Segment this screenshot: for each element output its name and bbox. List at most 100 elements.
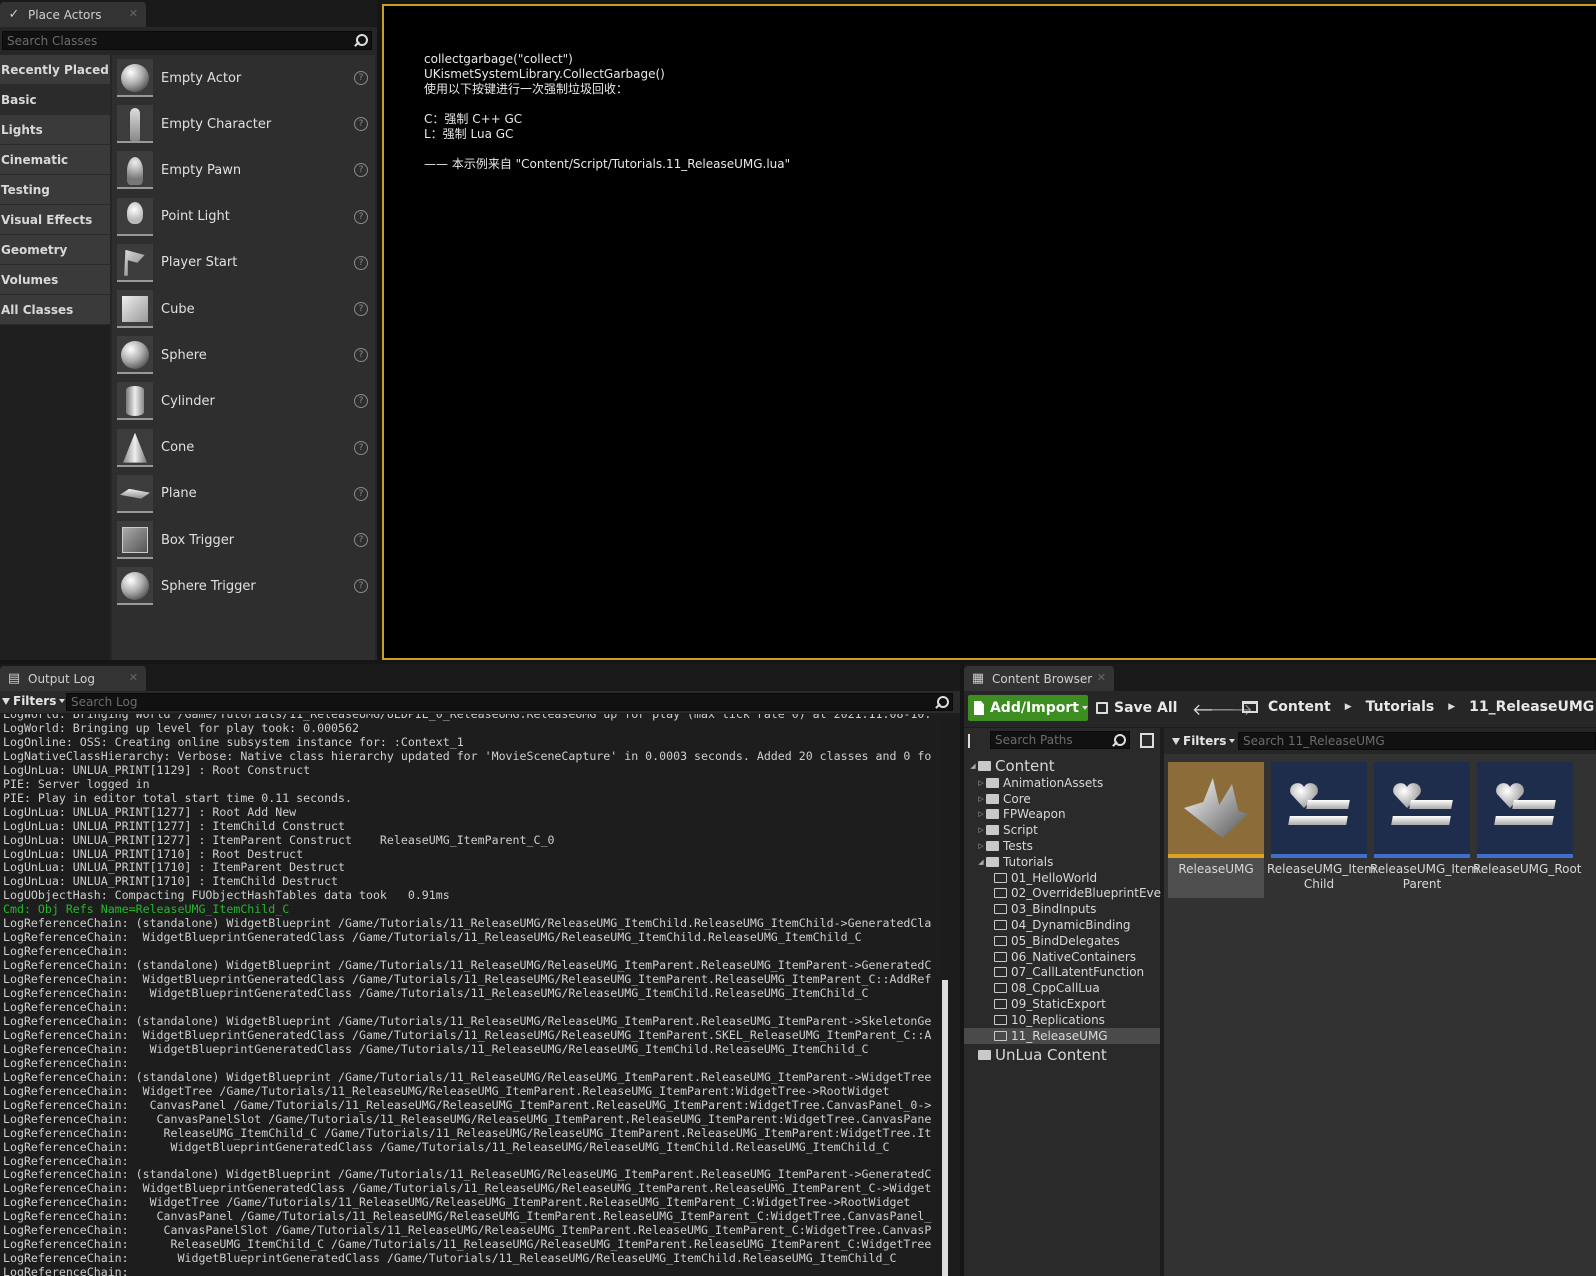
folder-open-icon[interactable] — [1242, 701, 1258, 713]
folder-tree-item[interactable]: 04_DynamicBinding — [964, 917, 1160, 933]
save-all-label: Save All — [1114, 700, 1178, 716]
folder-tree-item[interactable]: ▷ Script — [964, 822, 1160, 838]
category-tab[interactable]: Volumes — [0, 265, 110, 295]
folder-tree-item[interactable]: 02_OverrideBlueprintEve — [964, 886, 1161, 902]
viewport-text-line: 使用以下按键进行一次强制垃圾回收： — [424, 82, 629, 96]
asset-label: ReleaseUMG_Item Child — [1267, 862, 1376, 891]
asset-tile[interactable]: ReleaseUMG_Item Child — [1267, 762, 1376, 898]
folder-tree-item[interactable]: 01_HelloWorld — [964, 870, 1160, 886]
asset-tile[interactable]: ReleaseUMG_Root — [1473, 762, 1582, 898]
actor-item[interactable]: Box Trigger? — [112, 517, 375, 563]
category-tab[interactable]: All Classes — [0, 295, 110, 325]
chevron-right-icon[interactable]: ▶ — [1345, 702, 1352, 712]
folder-tree-item[interactable]: ◢ Content — [964, 756, 1160, 775]
collapsed-arrow-icon[interactable]: ▷ — [976, 795, 986, 803]
search-icon[interactable] — [1110, 733, 1126, 748]
category-tab[interactable]: Recently Placed — [0, 55, 110, 85]
category-tab[interactable]: Testing — [0, 175, 110, 205]
help-icon[interactable]: ? — [354, 579, 368, 594]
folder-tree-item[interactable]: 06_NativeContainers — [964, 949, 1160, 965]
help-icon[interactable]: ? — [354, 348, 368, 363]
actor-item[interactable]: Sphere Trigger? — [112, 563, 375, 609]
folder-tree-item[interactable]: 03_BindInputs — [964, 901, 1160, 917]
content-browser-tab[interactable]: ▦ Content Browser ✕ — [964, 666, 1114, 691]
folder-tree-item[interactable]: 08_CppCallLua — [964, 980, 1160, 996]
folder-tree-item[interactable]: 09_StaticExport — [964, 996, 1160, 1012]
help-icon[interactable]: ? — [354, 302, 368, 316]
help-icon[interactable]: ? — [354, 440, 368, 455]
help-icon[interactable]: ? — [354, 533, 368, 547]
category-tab[interactable]: Geometry — [0, 235, 110, 265]
save-all-button[interactable]: Save All — [1096, 700, 1177, 716]
search-assets-input[interactable]: Search 11_ReleaseUMG — [1238, 732, 1596, 750]
folder-tree-item[interactable]: 07_CallLatentFunction — [964, 965, 1160, 981]
collections-toggle-icon[interactable] — [1140, 733, 1154, 748]
log-scrollbar[interactable] — [942, 980, 948, 1276]
folder-tree-item[interactable]: ▷ Core — [964, 791, 1160, 807]
search-icon[interactable] — [933, 695, 949, 710]
folder-tree-item[interactable]: ▷ Tests — [964, 838, 1160, 854]
breadcrumb: Content ▶ Tutorials ▶ 11_ReleaseUMG — [1242, 699, 1594, 715]
expanded-arrow-icon[interactable]: ◢ — [976, 858, 986, 866]
log-line: LogReferenceChain: CanvasPanelSlot /Game… — [3, 1223, 932, 1238]
actor-item[interactable]: Empty Pawn? — [112, 147, 375, 193]
close-icon[interactable]: ✕ — [1097, 671, 1106, 684]
actor-item[interactable]: Empty Actor? — [112, 55, 375, 101]
folder-tree-item[interactable]: ▷ FPWeapon — [964, 807, 1160, 823]
search-icon[interactable] — [352, 33, 368, 48]
help-icon[interactable]: ? — [354, 255, 368, 270]
folder-icon — [994, 920, 1007, 931]
help-icon[interactable]: ? — [354, 394, 368, 409]
asset-tile[interactable]: ReleaseUMG — [1168, 762, 1264, 898]
category-tab[interactable]: Basic — [0, 85, 110, 115]
actor-item[interactable]: Cube? — [112, 286, 375, 332]
search-log-input[interactable]: Search Log — [66, 693, 953, 711]
folder-tree-item[interactable]: 11_ReleaseUMG — [964, 1027, 1160, 1044]
category-tab[interactable]: Visual Effects — [0, 205, 110, 235]
log-text-area[interactable]: LogWorld: Bringing World /Game/Tutorials… — [0, 714, 940, 1276]
close-icon[interactable]: ✕ — [129, 7, 138, 20]
actor-item[interactable]: Player Start? — [112, 240, 375, 286]
help-icon[interactable]: ? — [354, 209, 368, 224]
asset-filters-button[interactable]: Filters — [1172, 734, 1236, 748]
expanded-arrow-icon[interactable]: ◢ — [968, 762, 978, 770]
folder-tree-item[interactable]: ▷ AnimationAssets — [964, 775, 1160, 791]
actor-item[interactable]: Cone? — [112, 425, 375, 471]
category-tab[interactable]: Lights — [0, 115, 110, 145]
folder-tree-item[interactable]: 10_Replications — [964, 1012, 1160, 1028]
folder-tree-item[interactable]: ◢ Tutorials — [964, 854, 1160, 870]
add-import-button[interactable]: Add/Import — [968, 695, 1088, 721]
collapsed-arrow-icon[interactable]: ▷ — [976, 810, 986, 818]
breadcrumb-item-content[interactable]: Content — [1268, 699, 1331, 715]
actor-label: Cube — [161, 301, 195, 317]
collapse-sources-icon[interactable] — [968, 734, 982, 748]
chevron-right-icon[interactable]: ▶ — [1448, 702, 1455, 712]
folder-tree-item[interactable]: UnLua Content — [964, 1046, 1160, 1065]
search-paths-input[interactable]: Search Paths — [990, 731, 1130, 749]
breadcrumb-item-tutorials[interactable]: Tutorials — [1366, 699, 1435, 715]
help-icon[interactable]: ? — [354, 486, 368, 501]
actor-item[interactable]: Cylinder? — [112, 378, 375, 424]
breadcrumb-item-releaseumg[interactable]: 11_ReleaseUMG — [1469, 699, 1594, 715]
place-actors-tab[interactable]: ✓ Place Actors ✕ — [0, 2, 146, 27]
sphere-trigger-icon — [117, 567, 153, 606]
collapsed-arrow-icon[interactable]: ▷ — [976, 779, 986, 787]
output-log-tab[interactable]: ▤ Output Log ✕ — [0, 666, 146, 691]
log-line: LogReferenceChain: WidgetBlueprintGenera… — [3, 972, 932, 987]
actor-item[interactable]: Empty Character? — [112, 101, 375, 147]
level-viewport[interactable]: collectgarbage("collect") UKismetSystemLi… — [382, 4, 1596, 660]
actor-item[interactable]: Point Light? — [112, 194, 375, 240]
asset-tile[interactable]: ReleaseUMG_Item Parent — [1370, 762, 1479, 898]
folder-tree-item[interactable]: 05_BindDelegates — [964, 933, 1160, 949]
category-tab[interactable]: Cinematic — [0, 145, 110, 175]
help-icon[interactable]: ? — [354, 163, 368, 178]
actor-item[interactable]: Sphere? — [112, 332, 375, 378]
log-filters-button[interactable]: Filters — [2, 694, 66, 708]
actor-item[interactable]: Plane? — [112, 471, 375, 517]
collapsed-arrow-icon[interactable]: ▷ — [976, 842, 986, 850]
help-icon[interactable]: ? — [354, 71, 368, 85]
collapsed-arrow-icon[interactable]: ▷ — [976, 826, 986, 834]
help-icon[interactable]: ? — [354, 117, 368, 132]
close-icon[interactable]: ✕ — [129, 671, 138, 684]
search-classes-input[interactable]: Search Classes — [2, 31, 372, 50]
